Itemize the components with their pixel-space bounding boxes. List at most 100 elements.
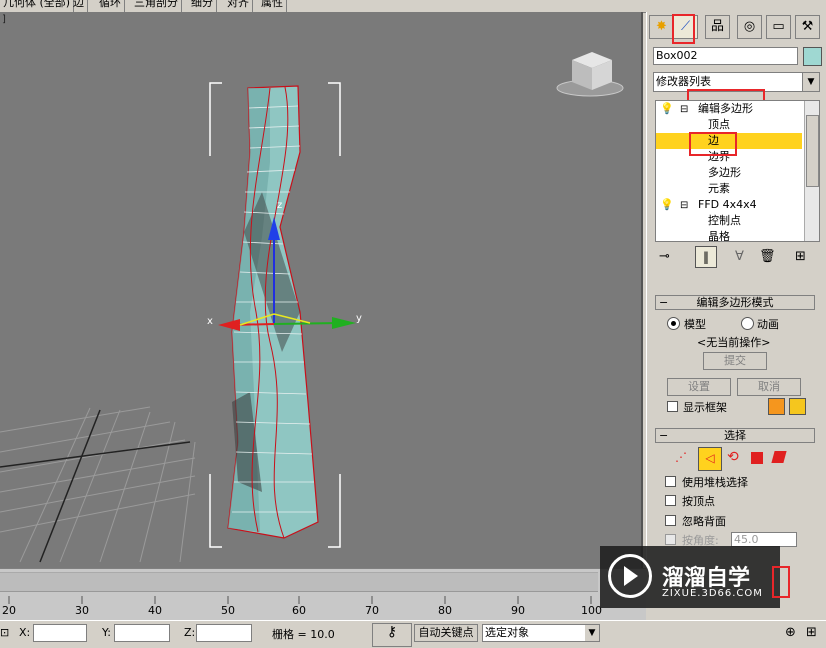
stack-item-vertex[interactable]: 顶点 [656,117,802,133]
modifier-stack-list[interactable]: 💡 ⊟ 编辑多边形 顶点 边 边界 多边形 元素 💡 ⊟ FFD 4x4x4 控… [655,100,820,242]
border-select-icon[interactable]: ⟲ [727,449,739,465]
vertex-select-icon[interactable]: ⋰ [675,450,687,464]
modifier-list-label: 修改器列表 [656,75,711,88]
time-slider-track[interactable] [0,572,598,592]
stack-item-control-points[interactable]: 控制点 [656,213,802,229]
show-cage-label: 显示框架 [683,401,727,414]
by-angle-checkbox[interactable] [665,534,676,545]
polygon-select-icon[interactable] [751,452,763,464]
menu-item-triangulate[interactable]: 三角剖分 [131,0,182,12]
object-color-swatch[interactable] [803,47,822,66]
hierarchy-tab-icon[interactable]: 品 [705,15,730,39]
remove-modifier-icon[interactable]: 🗑 [759,249,776,264]
create-tab-icon[interactable]: ✸ [649,15,674,39]
pan-icon[interactable]: ⊞ [806,625,817,640]
by-vertex-label: 按顶点 [682,495,715,508]
use-stack-selection-checkbox[interactable] [665,476,676,487]
ignore-backfacing-label: 忽略背面 [682,515,726,528]
rollout-minus: − [659,429,669,442]
rollout-minus: − [659,296,669,309]
settings-button[interactable]: 设置 [667,378,731,396]
stack-item-label: 晶格 [708,230,730,242]
scroll-highlight [772,566,790,598]
chevron-down-icon[interactable]: ▼ [585,625,599,641]
gizmo-x-label: x [207,316,213,327]
cage-color-swatch-2[interactable] [789,398,806,415]
make-unique-icon[interactable]: ∀ [735,249,744,264]
tick-label: 60 [292,604,306,617]
stack-item-label: 多边形 [708,166,741,179]
object-name-field[interactable]: Box002 [653,47,798,65]
stack-item-lattice[interactable]: 晶格 [656,229,802,242]
auto-key-button[interactable]: 自动关键点 [414,624,478,642]
utilities-tab-icon[interactable]: ⚒ [795,15,820,39]
show-cage-checkbox[interactable] [667,401,678,412]
stack-item-ffd[interactable]: 💡 ⊟ FFD 4x4x4 [656,197,802,213]
pin-stack-icon[interactable]: ⊸ [659,249,670,264]
model-radio[interactable] [667,317,680,330]
tick-label: 80 [438,604,452,617]
stack-scrollbar[interactable] [804,101,819,241]
stack-item-label: 元素 [708,182,730,195]
y-coord-label: Y: [102,626,111,639]
no-operation-text: <无当前操作> [697,336,771,349]
tick-label: 50 [221,604,235,617]
angle-spinner-field[interactable]: 45.0 [731,532,797,547]
stack-item-label: 控制点 [708,214,741,227]
key-icon[interactable]: ⚷ [372,623,412,647]
rollout-title: 编辑多边形模式 [696,296,774,309]
key-filter-value: 选定对象 [485,626,529,639]
by-vertex-checkbox[interactable] [665,495,676,506]
ignore-backfacing-checkbox[interactable] [665,515,676,526]
collapse-icon[interactable]: ⊟ [680,198,688,214]
perspective-viewport[interactable]: ] x y z [0,12,643,568]
menu-item-loop[interactable]: 循环 [96,0,125,12]
menu-item-geometry-all[interactable]: 几何体 (全部) [0,0,75,12]
collapse-icon[interactable]: ⊟ [680,102,688,118]
cancel-button[interactable]: 取消 [737,378,801,396]
element-select-icon[interactable] [771,451,787,463]
lightbulb-icon[interactable]: 💡 [660,197,674,213]
tick-label: 20 [2,604,16,617]
viewport-scene: x y z [0,52,624,563]
configure-sets-icon[interactable]: ⊞ [795,249,806,264]
use-stack-selection-label: 使用堆栈选择 [682,476,748,489]
tick-label: 100 [581,604,602,617]
animate-radio[interactable] [741,317,754,330]
y-coord-field[interactable] [114,624,170,642]
zoom-icon[interactable]: ⊕ [785,625,796,640]
show-end-result-icon[interactable]: ‖ [695,246,717,268]
display-tab-icon[interactable]: ▭ [766,15,791,39]
grid-size-text: 栅格 = 10.0 [272,628,335,641]
stack-item-edit-poly[interactable]: 💡 ⊟ 编辑多边形 [656,101,802,117]
lightbulb-icon[interactable]: 💡 [660,101,674,117]
animate-radio-label: 动画 [757,318,779,331]
stack-item-label: 顶点 [708,118,730,131]
model-radio-label: 模型 [684,318,706,331]
tick-label: 40 [148,604,162,617]
menu-item-subdivide[interactable]: 细分 [188,0,217,12]
status-bar: ⊡ X: Y: Z: 栅格 = 10.0 ⚷ 自动关键点 选定对象 ▼ ⊕ ⊞ [0,620,826,648]
menu-item-properties[interactable]: 属性 [258,0,287,12]
selection-rollout-header[interactable]: − 选择 [655,428,815,443]
menu-item-align[interactable]: 对齐 [224,0,253,12]
x-coord-field[interactable] [33,624,87,642]
tick-label: 70 [365,604,379,617]
edge-select-icon[interactable]: ◁ [698,447,722,471]
stack-item-polygon[interactable]: 多边形 [656,165,802,181]
chevron-down-icon[interactable]: ▼ [802,73,819,91]
lock-icon[interactable]: ⊡ [0,626,9,639]
edit-poly-mode-rollout-header[interactable]: − 编辑多边形模式 [655,295,815,310]
stack-item-element[interactable]: 元素 [656,181,802,197]
tick-label: 30 [75,604,89,617]
menu-item-edge[interactable]: 边 [70,0,88,12]
stack-item-label: FFD 4x4x4 [698,198,757,211]
motion-tab-icon[interactable]: ◎ [737,15,762,39]
commit-button[interactable]: 提交 [703,352,767,370]
tick-label: 90 [511,604,525,617]
watermark-url: ZIXUE.3D66.COM [662,588,763,599]
x-coord-label: X: [19,626,31,639]
key-filter-dropdown[interactable]: 选定对象 ▼ [482,624,600,642]
cage-color-swatch-1[interactable] [768,398,785,415]
z-coord-field[interactable] [196,624,252,642]
